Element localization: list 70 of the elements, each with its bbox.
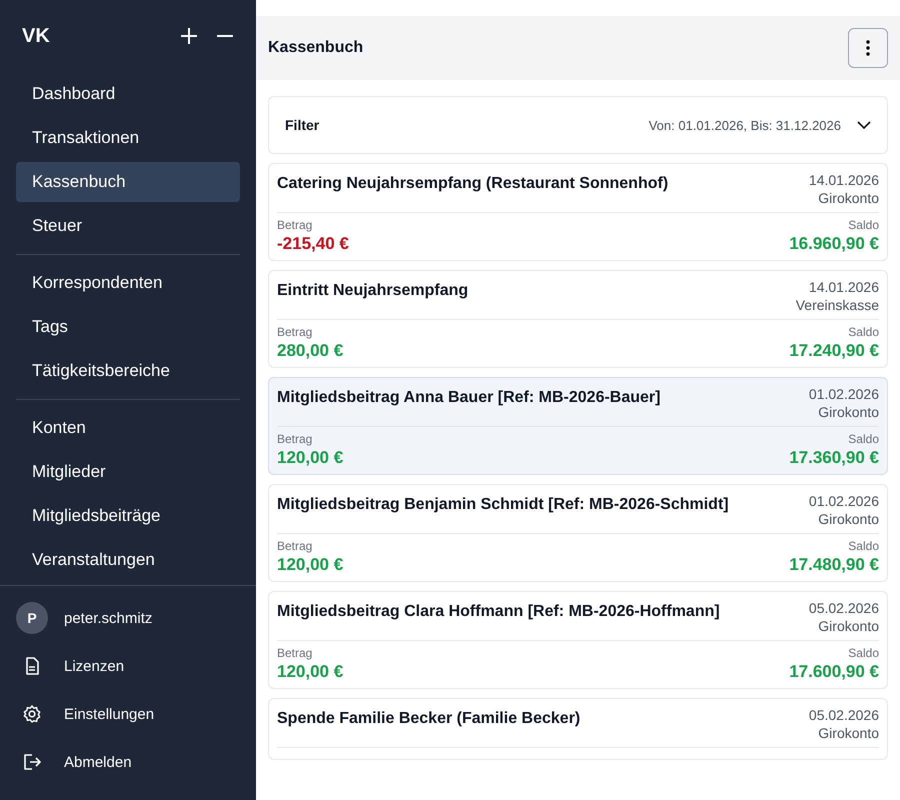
amount-value: 280,00 € <box>277 341 344 361</box>
transaction-date: 01.02.2026 <box>808 493 879 509</box>
app-logo: VK <box>22 24 50 48</box>
balance-label: Saldo <box>848 432 879 446</box>
filter-label: Filter <box>285 117 320 133</box>
transaction-card[interactable]: Catering Neujahrsempfang (Restaurant Sonnenhof) 14.01.2026 Girokonto Betrag -215,40 € Saldo 16.960,90 € <box>268 163 888 261</box>
user-name[interactable]: peter.schmitz <box>64 610 152 626</box>
account-name: Girokonto <box>818 725 879 741</box>
amount-label: Betrag <box>277 218 314 232</box>
account-name: Girokonto <box>818 511 879 527</box>
transaction-date: 01.02.2026 <box>808 386 879 402</box>
balance-label: Saldo <box>848 325 879 339</box>
account-name: Girokonto <box>818 190 879 206</box>
more-icon <box>866 40 870 56</box>
transaction-title: Mitgliedsbeitrag Clara Hoffmann [Ref: MB-2026-Hoffmann] <box>277 602 720 622</box>
transaction-date: 05.02.2026 <box>808 600 879 616</box>
nav-item[interactable]: Dashboard <box>16 74 240 114</box>
balance-value: 17.480,90 € <box>789 555 879 575</box>
date-range: Von: 01.01.2026, Bis: 31.12.2026 <box>648 118 841 132</box>
transaction-date: 14.01.2026 <box>808 279 879 295</box>
transaction-card[interactable]: Mitgliedsbeitrag Anna Bauer [Ref: MB-2026-Bauer] 01.02.2026 Girokonto Betrag 120,00 € Saldo 17.360,90 € <box>268 377 888 475</box>
balance-label: Saldo <box>848 646 879 660</box>
amount-value: -215,40 € <box>277 234 349 254</box>
balance-label: Saldo <box>848 218 879 232</box>
balance-value: 17.360,90 € <box>789 448 879 468</box>
nav-item[interactable]: Tags <box>16 307 240 347</box>
amount-label: Betrag <box>277 646 314 660</box>
nav-item[interactable]: Mitglieder <box>16 452 240 492</box>
sidebar-link[interactable]: Abmelden <box>64 754 132 770</box>
sidebar-link[interactable]: Einstellungen <box>64 706 154 722</box>
balance-value: 17.600,90 € <box>789 662 879 682</box>
transaction-card[interactable]: Mitgliedsbeitrag Clara Hoffmann [Ref: MB-2026-Hoffmann] 05.02.2026 Girokonto Betrag 120,00 € Saldo 17.600,90 € <box>268 591 888 689</box>
transaction-title: Mitgliedsbeitrag Benjamin Schmidt [Ref: MB-2026-Schmidt] <box>277 495 729 515</box>
transaction-card[interactable]: Eintritt Neujahrsempfang 14.01.2026 Vereinskasse Betrag 280,00 € Saldo 17.240,90 € <box>268 270 888 368</box>
amount-value: 120,00 € <box>277 555 344 575</box>
page-title: Kassenbuch <box>268 39 364 57</box>
balance-label: Saldo <box>848 539 879 553</box>
transaction-date: 05.02.2026 <box>808 707 879 723</box>
nav-item[interactable]: Konten <box>16 408 240 448</box>
filter-panel[interactable]: Filter Von: 01.01.2026, Bis: 31.12.2026 <box>268 96 888 154</box>
transaction-title: Spende Familie Becker (Familie Becker) <box>277 709 580 729</box>
amount-label: Betrag <box>277 539 314 553</box>
transaction-card[interactable]: Spende Familie Becker (Familie Becker) 05.02.2026 Girokonto <box>268 698 888 760</box>
transaction-date: 14.01.2026 <box>808 172 879 188</box>
nav-item[interactable]: Korrespondenten <box>16 263 240 303</box>
nav-item[interactable]: Mitgliedsbeiträge <box>16 496 240 536</box>
sidebar-link[interactable]: Lizenzen <box>64 658 124 674</box>
amount-label: Betrag <box>277 325 314 339</box>
plus-icon[interactable] <box>180 27 198 45</box>
nav-item[interactable]: Veranstaltungen <box>16 540 240 580</box>
transaction-title: Mitgliedsbeitrag Anna Bauer [Ref: MB-2026-Bauer] <box>277 388 660 408</box>
amount-label: Betrag <box>277 432 314 446</box>
balance-value: 17.240,90 € <box>789 341 879 361</box>
balance-value: 16.960,90 € <box>789 234 879 254</box>
avatar[interactable]: P <box>16 602 48 634</box>
transaction-title: Catering Neujahrsempfang (Restaurant Sonnenhof) <box>277 174 668 194</box>
nav-item[interactable]: Steuer <box>16 206 240 246</box>
amount-value: 120,00 € <box>277 662 344 682</box>
transaction-title: Eintritt Neujahrsempfang <box>277 281 468 301</box>
settings-icon <box>22 704 42 724</box>
account-name: Girokonto <box>818 404 879 420</box>
logout-icon <box>22 752 42 772</box>
transaction-card[interactable]: Mitgliedsbeitrag Benjamin Schmidt [Ref: MB-2026-Schmidt] 01.02.2026 Girokonto Betrag 120,00 € Saldo 17.480,90 € <box>268 484 888 582</box>
nav-item[interactable]: Tätigkeitsbereiche <box>16 351 240 391</box>
amount-value: 120,00 € <box>277 448 344 468</box>
account-name: Girokonto <box>818 618 879 634</box>
nav-item[interactable]: Transaktionen <box>16 118 240 158</box>
nav-item[interactable]: Kassenbuch <box>16 162 240 202</box>
chevron-icon <box>857 121 871 129</box>
account-name: Vereinskasse <box>796 297 879 313</box>
